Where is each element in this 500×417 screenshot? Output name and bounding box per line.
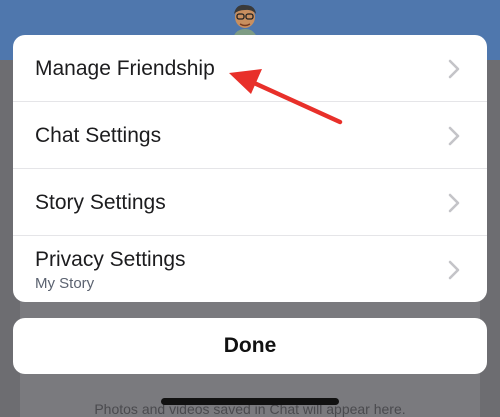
- chevron-right-icon: [448, 126, 460, 146]
- menu-item-label: Story Settings: [35, 191, 166, 214]
- chevron-right-icon: [448, 260, 460, 280]
- chevron-right-icon: [448, 193, 460, 213]
- action-sheet: Manage Friendship Chat Settings Story Se…: [13, 35, 487, 302]
- chevron-right-icon: [448, 59, 460, 79]
- menu-item-chat-settings[interactable]: Chat Settings: [13, 102, 487, 169]
- menu-item-label: Manage Friendship: [35, 57, 215, 80]
- menu-item-sublabel: My Story: [35, 275, 95, 292]
- menu-item-label: Privacy Settings: [35, 248, 186, 271]
- home-indicator: [161, 398, 339, 405]
- menu-item-privacy-settings[interactable]: Privacy Settings My Story: [13, 236, 487, 302]
- menu-item-label: Chat Settings: [35, 124, 162, 147]
- done-button[interactable]: Done: [13, 318, 487, 374]
- menu-item-manage-friendship[interactable]: Manage Friendship: [13, 35, 487, 102]
- menu-item-story-settings[interactable]: Story Settings: [13, 169, 487, 236]
